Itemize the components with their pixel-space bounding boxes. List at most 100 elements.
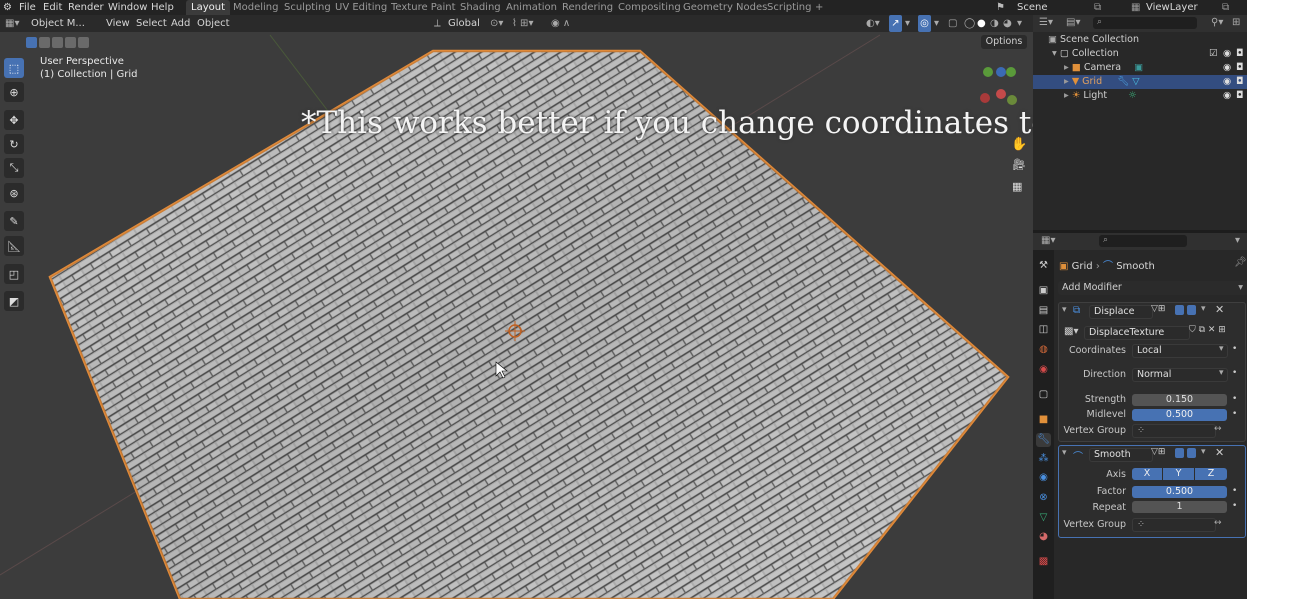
overlay-toggle-icon[interactable]: ◎ (918, 15, 931, 32)
smooth-render-toggle-icon[interactable] (1187, 448, 1196, 458)
collapse-arrow-icon[interactable]: ▾ (1062, 305, 1067, 315)
properties-search-icon[interactable]: ⌕ (1099, 235, 1187, 247)
new-collection-icon[interactable]: ⊞ (1232, 17, 1240, 28)
tab-shading[interactable]: Shading (460, 0, 501, 15)
new-view-layer-icon[interactable]: ⧉ (1222, 0, 1229, 15)
smooth-dropdown-icon[interactable]: ▾ (1201, 447, 1206, 457)
displace-edit-mode-icon[interactable]: ▽⊞ (1151, 304, 1165, 314)
displace-texture-field[interactable]: DisplaceTexture (1084, 326, 1190, 340)
grid-visibility-icon[interactable]: ◉ (1223, 75, 1231, 89)
camera-render-icon[interactable]: ◘ (1236, 61, 1244, 75)
menu-help[interactable]: Help (151, 0, 174, 15)
keyframe-dot-icon[interactable]: • (1232, 409, 1237, 419)
keyframe-dot-icon[interactable]: • (1232, 501, 1237, 511)
keyframe-dot-icon[interactable]: • (1232, 368, 1237, 378)
move-tool-icon[interactable]: ✥ (4, 110, 24, 130)
snap-icon[interactable]: ⌇ ⊞▾ (512, 15, 533, 32)
perspective-toggle-icon[interactable]: ▦ (1012, 180, 1022, 193)
tab-scripting[interactable]: Scripting (767, 0, 811, 15)
smooth-viewport-toggle-icon[interactable] (1175, 448, 1184, 458)
select-subtract-icon[interactable] (52, 37, 63, 48)
camera-view-icon[interactable]: 🎥︎ (1012, 158, 1026, 171)
filter-icon[interactable]: ⚲▾ (1211, 17, 1223, 28)
strength-field[interactable]: 0.150 (1132, 394, 1227, 406)
scene-selector[interactable]: Scene (1017, 0, 1048, 15)
outliner-item-camera[interactable]: ▸ ■ Camera ▣ ◉ ◘ (1033, 61, 1278, 75)
outliner-collection[interactable]: ▾ ▢ Collection ☑ ◉ ◘ (1033, 47, 1266, 61)
outliner-editor-icon[interactable]: ☰▾ (1039, 17, 1053, 28)
tab-animation[interactable]: Animation (506, 0, 557, 15)
rotate-tool-icon[interactable]: ↻ (4, 134, 24, 154)
keyframe-dot-icon[interactable]: • (1232, 486, 1237, 496)
displace-render-toggle-icon[interactable] (1187, 305, 1196, 315)
factor-field[interactable]: 0.500 (1132, 486, 1227, 498)
view-layer-selector[interactable]: ViewLayer (1146, 0, 1198, 15)
direction-dropdown[interactable]: Normal (1132, 368, 1228, 382)
texture-actions-icon[interactable]: ⛉ ⧉ ✕ ⊞ (1189, 325, 1226, 335)
visibility-icon[interactable]: ◐▾ (866, 15, 880, 32)
smooth-edit-mode-icon[interactable]: ▽⊞ (1151, 447, 1165, 457)
mode-selector[interactable]: Object M... (31, 15, 85, 32)
tab-sculpting[interactable]: Sculpting (284, 0, 331, 15)
menu-view[interactable]: View (106, 15, 130, 32)
tab-texture-paint[interactable]: Texture Paint (391, 0, 456, 15)
select-extend-icon[interactable] (39, 37, 50, 48)
tool-tab-icon[interactable]: ⚒ (1036, 259, 1051, 273)
object-tab-icon[interactable]: ■ (1036, 413, 1051, 427)
annotate-tool-icon[interactable]: ✎ (4, 211, 24, 231)
collection-tab-icon[interactable]: ▢ (1036, 388, 1051, 402)
collection-visibility-icon[interactable]: ◉ (1223, 47, 1231, 61)
material-shading-icon[interactable]: ◑ (990, 15, 999, 32)
overlay-dropdown-icon[interactable]: ▾ (934, 15, 939, 32)
modifier-tab-icon[interactable]: 🔧︎ (1036, 433, 1051, 447)
invert-vertex-group-icon[interactable]: ↔ (1214, 424, 1222, 434)
cursor-tool-icon[interactable]: ⊕ (4, 82, 24, 102)
displace-name-field[interactable]: Displace (1089, 305, 1153, 319)
keyframe-dot-icon[interactable]: • (1232, 394, 1237, 404)
pan-hand-icon[interactable]: ✋ (1011, 137, 1027, 152)
axis-x-toggle[interactable]: X (1132, 468, 1162, 480)
mesh-data-icon[interactable]: ▽ (1132, 76, 1139, 87)
properties-options-icon[interactable]: ▾ (1235, 235, 1240, 246)
menu-add[interactable]: Add (171, 15, 190, 32)
pin-icon[interactable]: 📌︎ (1234, 257, 1247, 268)
collection-render-icon[interactable]: ◘ (1236, 47, 1244, 61)
output-tab-icon[interactable]: ▤ (1036, 304, 1051, 318)
expand-arrow-icon[interactable]: ▸ (1064, 76, 1069, 87)
select-intersect-icon[interactable] (78, 37, 89, 48)
transform-tool-icon[interactable]: ⊛ (4, 183, 24, 203)
scale-tool-icon[interactable]: ⤡ (4, 158, 24, 178)
select-box-tool-icon[interactable]: ⬚ (4, 58, 24, 78)
select-new-icon[interactable] (26, 37, 37, 48)
menu-edit[interactable]: Edit (43, 0, 62, 15)
repeat-field[interactable]: 1 (1132, 501, 1227, 513)
display-mode-icon[interactable]: ▤▾ (1066, 17, 1080, 28)
options-button[interactable]: Options (981, 35, 1027, 49)
constraints-tab-icon[interactable]: ⊗ (1036, 491, 1051, 505)
pivot-icon[interactable]: ⊙▾ (490, 15, 503, 32)
expand-arrow-icon[interactable]: ▾ (1052, 48, 1057, 59)
outliner-search-icon[interactable]: ⌕ (1093, 17, 1197, 29)
gizmo-toggle-icon[interactable]: ↗ (889, 15, 902, 32)
proportional-edit-icon[interactable]: ◉ ∧ (551, 15, 570, 32)
light-visibility-icon[interactable]: ◉ (1223, 89, 1231, 103)
gizmo-dropdown-icon[interactable]: ▾ (905, 15, 910, 32)
tab-compositing[interactable]: Compositing (618, 0, 681, 15)
outliner-item-light[interactable]: ▸ ☀ Light ☼ ◉ ◘ (1033, 89, 1278, 103)
outliner-item-grid[interactable]: ▸ ▼ Grid 🔧︎ ▽ ◉ ◘ (1033, 75, 1278, 89)
tab-modeling[interactable]: Modeling (233, 0, 279, 15)
axis-z-toggle[interactable]: Z (1195, 468, 1227, 480)
menu-render[interactable]: Render (68, 0, 104, 15)
camera-data-icon[interactable]: ▣ (1134, 62, 1143, 73)
invert-vertex-group-icon[interactable]: ↔ (1214, 518, 1222, 528)
tab-layout[interactable]: Layout (186, 0, 230, 15)
navigation-gizmo[interactable] (975, 62, 1031, 110)
displace-dropdown-icon[interactable]: ▾ (1201, 304, 1206, 314)
tab-uv-editing[interactable]: UV Editing (335, 0, 387, 15)
properties-editor-icon[interactable]: ▦▾ (1041, 235, 1055, 246)
collapse-arrow-icon[interactable]: ▾ (1062, 448, 1067, 458)
rendered-shading-icon[interactable]: ◕ (1003, 15, 1012, 32)
editor-type-icon[interactable]: ▦▾ (5, 15, 19, 32)
physics-tab-icon[interactable]: ◉ (1036, 471, 1051, 485)
new-scene-icon[interactable]: ⧉ (1094, 0, 1101, 15)
